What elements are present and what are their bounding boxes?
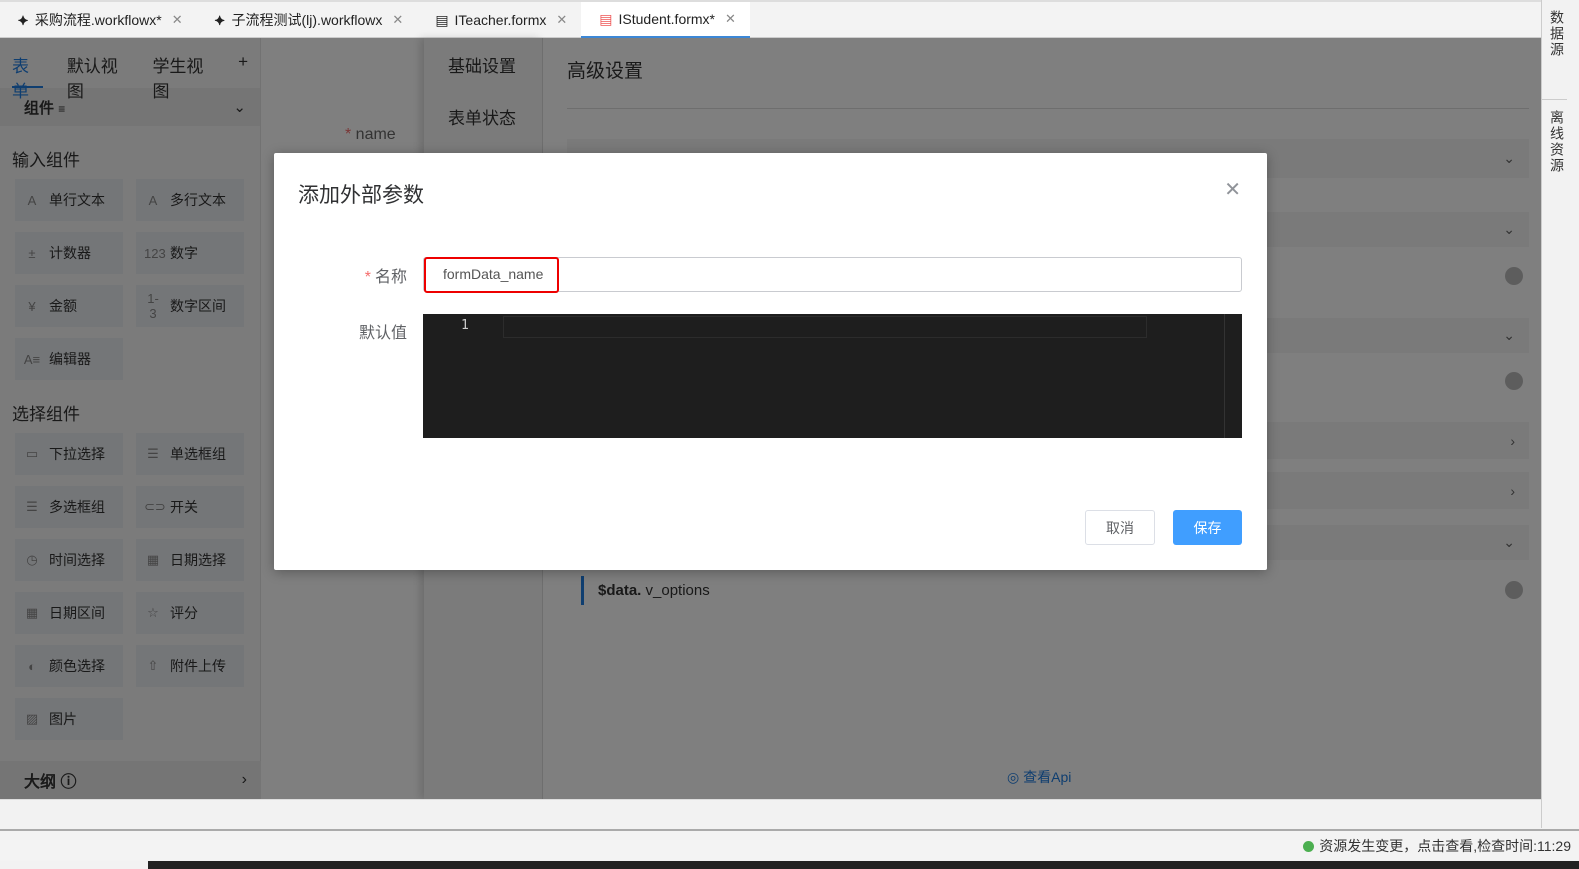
close-icon[interactable]: ✕ bbox=[1224, 177, 1241, 202]
tab-istudent-form[interactable]: ▤ IStudent.formx* ✕ bbox=[581, 2, 750, 38]
form-file-icon: ▤ bbox=[435, 11, 449, 28]
editor-tabs: ⯌ 采购流程.workflowx* ✕ ⯌ 子流程测试(lj).workflowx ✕ … bbox=[0, 0, 1541, 38]
workflow-icon: ⯌ bbox=[18, 11, 29, 28]
close-tab-icon[interactable]: ✕ bbox=[172, 12, 183, 28]
right-panel: 数据源 离线资源 bbox=[1541, 0, 1579, 828]
close-tab-icon[interactable]: ✕ bbox=[392, 12, 403, 28]
highlight-box bbox=[424, 257, 559, 293]
workflow-icon: ⯌ bbox=[214, 11, 226, 28]
add-external-param-dialog: 添加外部参数 ✕ * 名称 formData_name 默认值 1 取消 保存 bbox=[274, 153, 1267, 570]
close-tab-icon[interactable]: ✕ bbox=[556, 12, 567, 28]
line-number: 1 bbox=[461, 318, 469, 333]
status-dot-icon bbox=[1303, 840, 1315, 852]
status-text[interactable]: 资源发生变更，点击查看,检查时间:11:29 bbox=[1319, 836, 1571, 856]
close-tab-icon[interactable]: ✕ bbox=[725, 11, 736, 27]
tab-subflow-workflow[interactable]: ⯌ 子流程测试(lj).workflowx ✕ bbox=[197, 2, 418, 38]
default-value-code-editor[interactable]: 1 bbox=[423, 314, 1242, 438]
offline-resource-tab[interactable]: 离线资源 bbox=[1542, 100, 1567, 174]
name-label: 名称 bbox=[374, 269, 407, 286]
tab-iteacher-form[interactable]: ▤ ITeacher.formx ✕ bbox=[417, 2, 581, 38]
tab-purchase-workflow[interactable]: ⯌ 采购流程.workflowx* ✕ bbox=[0, 2, 197, 38]
scrollbar[interactable] bbox=[1224, 314, 1225, 438]
save-button[interactable]: 保存 bbox=[1173, 510, 1242, 545]
default-value-label: 默认值 bbox=[358, 325, 407, 342]
dialog-title: 添加外部参数 bbox=[298, 184, 424, 207]
form-file-icon: ▤ bbox=[599, 10, 613, 27]
datasource-tab[interactable]: 数据源 bbox=[1542, 0, 1567, 100]
cancel-button[interactable]: 取消 bbox=[1085, 510, 1155, 545]
status-bar: 资源发生变更，点击查看,检查时间:11:29 bbox=[0, 829, 1579, 861]
